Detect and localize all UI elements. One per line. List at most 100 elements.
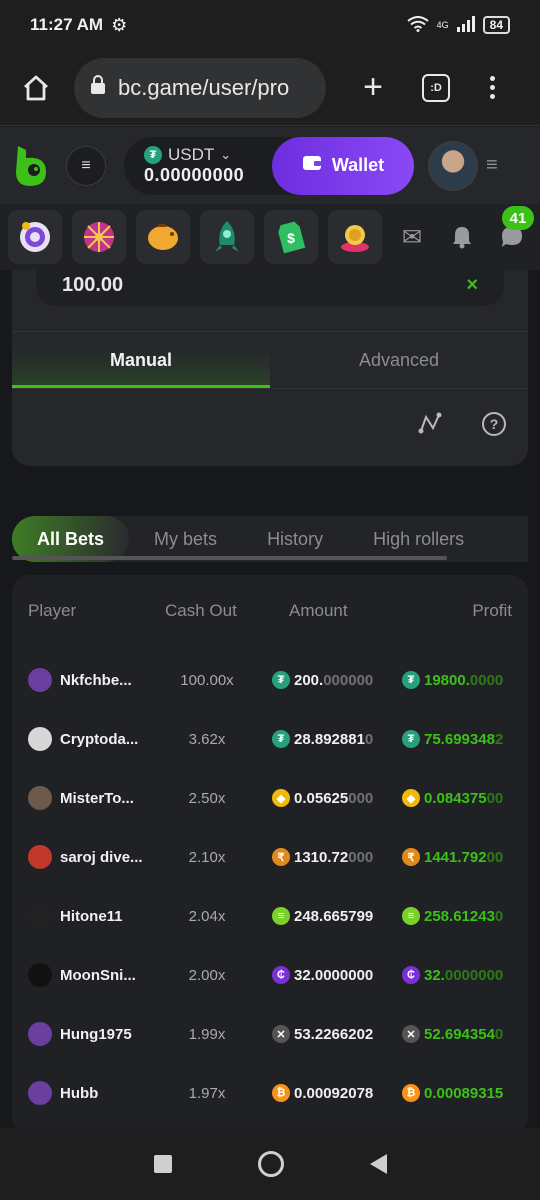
back-button[interactable] [369,1154,387,1174]
green-coin-icon: ≡ [272,907,290,925]
rocket-game-icon[interactable] [200,210,254,264]
piggy-bank-icon[interactable] [136,210,190,264]
col-player: Player [28,601,77,620]
green-coin-icon: ≡ [402,907,420,925]
wheel-game-icon[interactable] [72,210,126,264]
amount-value: 200. [294,671,324,689]
chat-menu-icon[interactable]: ≡ [486,154,498,177]
wallet-label: Wallet [331,155,385,175]
table-header: Player Cash Out Amount Profit [12,601,528,625]
bnb-coin-icon: ◆ [402,789,420,807]
profit-value: 75.699348 [424,730,495,748]
balance-amount: 0.00000000 [144,165,245,185]
signal-icon [456,15,475,35]
balance-box[interactable]: ₮ USDT ⌄ 0.00000000 Wallet [124,136,414,195]
lock-icon [90,74,106,101]
table-row[interactable]: Nkfchbe... 100.00x ₮ 200. 000000 ₮ 19800. 0000 [12,660,528,700]
svg-text:$: $ [287,230,295,246]
col-cashout: Cash Out [165,601,237,620]
browser-toolbar: bc.game/user/pro + :D [0,50,540,126]
main-content: 100.00 × Manual Advanced ? All Bets My b… [0,270,540,1128]
player-avatar [28,845,52,869]
usdt-icon: ₮ [144,146,162,164]
cashout-cell: 2.50x [188,789,226,807]
amount-value-dim: 0 [364,730,374,748]
player-cell[interactable]: saroj dive... [28,845,146,869]
hamburger-menu-button[interactable]: ≡ [66,145,106,186]
dollar-tag-icon[interactable]: $ [264,210,318,264]
coin-game-icon[interactable] [328,210,382,264]
new-tab-button[interactable]: + [356,68,390,107]
x-coin-icon: ✕ [272,1025,290,1043]
amount-value: 53.2266202 [294,1025,374,1043]
player-name: Hitone11 [60,907,123,925]
player-cell[interactable]: Hubb [28,1081,146,1105]
profit-value-dim: 2 [494,730,504,748]
bet-card: 100.00 × Manual Advanced ? [12,270,528,466]
bet-amount-field[interactable]: 100.00 × [36,270,504,306]
target-game-icon[interactable] [8,210,62,264]
amount-cell: ✕ 53.2266202 [272,1025,392,1043]
profit-value-dim: 00 [486,789,504,807]
home-button[interactable] [257,1151,284,1177]
profit-value: 32. [424,966,445,984]
help-icon[interactable]: ? [482,412,506,436]
bc-logo[interactable] [12,144,50,188]
player-cell[interactable]: Hitone11 [28,904,146,928]
address-bar[interactable]: bc.game/user/pro [74,57,326,118]
bell-icon[interactable] [442,217,482,257]
player-cell[interactable]: MoonSni... [28,963,146,987]
player-cell[interactable]: MisterTo... [28,786,146,810]
chevron-down-icon[interactable]: ⌄ [220,147,231,163]
bet-amount-value: 100.00 [62,273,124,296]
player-avatar [28,1081,52,1105]
wallet-icon [302,154,322,177]
status-bar: 11:27 AM ⚙ 4G 84 [0,0,540,50]
table-row[interactable]: Hitone11 2.04x ≡ 248.665799 ≡ 258.61243 0 [12,896,528,936]
home-icon[interactable] [18,70,54,106]
table-row[interactable]: MisterTo... 2.50x ◆ 0.05625 000 ◆ 0.084375 00 [12,778,528,818]
profit-cell: ₿ 0.00089315 [402,1084,528,1102]
wallet-button[interactable]: Wallet [272,136,414,195]
profit-value-dim: 0000000 [444,966,504,984]
table-row[interactable]: Hubb 1.97x ₿ 0.00092078 ₿ 0.00089315 [12,1073,528,1113]
notification-badge: 41 [502,206,534,230]
player-avatar [28,786,52,810]
amount-value: 248.665799 [294,907,374,925]
player-name: Hung1975 [60,1025,132,1043]
tab-advanced[interactable]: Advanced [270,332,528,388]
url-text: bc.game/user/pro [118,74,290,100]
tabs-scrollbar[interactable] [12,556,447,560]
profit-cell: ✕ 52.694354 0 [402,1025,528,1043]
profit-cell: ₹1441.792 00 [402,848,528,866]
tab-switcher-button[interactable]: :D [422,73,450,102]
player-cell[interactable]: Nkfchbe... [28,668,146,692]
cashout-cell: 1.97x [188,1084,226,1102]
table-row[interactable]: Cryptoda... 3.62x ₮ 28.892881 0 ₮ 75.699348 2 [12,719,528,759]
user-avatar[interactable] [428,140,478,191]
mail-icon[interactable]: ✉ [392,217,432,257]
clear-icon[interactable]: × [466,274,478,297]
games-bar: $ ✉ [0,204,540,270]
amount-value-dim: 000000 [323,671,374,689]
usdt-coin-icon: ₮ [402,671,420,689]
browser-menu-button[interactable] [490,76,495,99]
graph-icon[interactable] [418,412,442,440]
system-nav-bar [0,1128,540,1200]
player-cell[interactable]: Cryptoda... [28,727,146,751]
amount-value: 28.892881 [294,730,365,748]
player-name: MisterTo... [60,789,134,807]
player-name: saroj dive... [60,848,143,866]
table-row[interactable]: MoonSni... 2.00x ₵ 32.0000000 ₵ 32. 0000000 [12,955,528,995]
table-row[interactable]: Hung1975 1.99x ✕ 53.2266202 ✕ 52.694354 0 [12,1014,528,1054]
table-row[interactable]: saroj dive... 2.10x ₹1310.72 000 ₹1441.792 00 [12,837,528,877]
profit-value-dim: 00 [486,848,504,866]
player-name: MoonSni... [60,966,136,984]
inr-coin-icon: ₹ [402,848,420,866]
amount-value-dim: 000 [348,848,374,866]
tab-manual[interactable]: Manual [12,332,270,388]
player-avatar [28,668,52,692]
profit-cell: ≡ 258.61243 0 [402,907,528,925]
player-cell[interactable]: Hung1975 [28,1022,146,1046]
recents-button[interactable] [153,1155,172,1173]
